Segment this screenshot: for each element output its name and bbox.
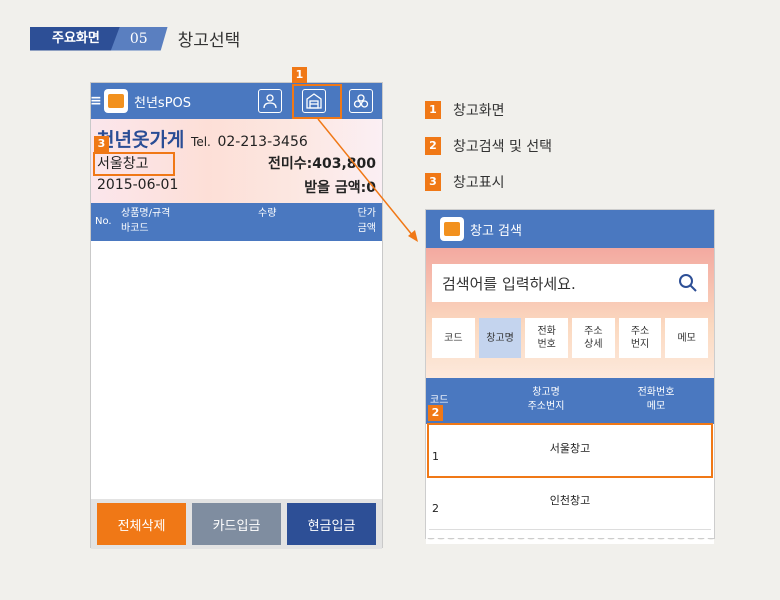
legend-num: 2 <box>425 137 441 155</box>
search-placeholder: 검색어를 입력하세요. <box>442 274 576 293</box>
tab-address-lot[interactable]: 주소 번지 <box>618 318 662 358</box>
legend-item: 3 창고표시 <box>425 171 552 193</box>
callout-box-2 <box>427 423 713 478</box>
tab-address-detail[interactable]: 주소 상세 <box>572 318 615 358</box>
table-row[interactable]: 2 인천창고 <box>429 480 711 530</box>
legend-item: 1 창고화면 <box>425 99 552 121</box>
col-address-lot: 주소번지 <box>527 401 565 412</box>
legend-text: 창고검색 및 선택 <box>453 139 553 155</box>
section-tag: 주요화면 <box>30 26 120 51</box>
app-logo-icon <box>440 217 464 241</box>
row-name: 인천창고 <box>549 494 591 507</box>
search-title: 창고 검색 <box>470 223 522 239</box>
col-phone: 전화번호 <box>637 387 675 398</box>
torn-edge <box>426 536 714 544</box>
search-icon[interactable] <box>678 273 698 293</box>
legend-text: 창고화면 <box>453 103 505 119</box>
search-input[interactable]: 검색어를 입력하세요. <box>432 264 708 302</box>
legend-text: 창고표시 <box>453 175 505 191</box>
legend-num: 3 <box>425 173 441 191</box>
tab-memo[interactable]: 메모 <box>665 318 709 358</box>
col-memo: 메모 <box>646 401 666 412</box>
search-topbar: 창고 검색 <box>426 210 714 248</box>
callout-2: 2 <box>428 405 443 421</box>
search-area: 검색어를 입력하세요. 코드 창고명 전화 번호 주소 상세 주소 번지 메모 <box>426 248 714 378</box>
col-warehouse-name: 창고명 <box>532 387 560 398</box>
tab-phone[interactable]: 전화 번호 <box>525 318 569 358</box>
tab-code[interactable]: 코드 <box>432 318 475 358</box>
tab-warehouse-name[interactable]: 창고명 <box>478 318 522 358</box>
results-header: 코드 창고명 주소번지 전화번호 메모 <box>426 378 714 424</box>
legend-num: 1 <box>425 101 441 119</box>
legend: 1 창고화면 2 창고검색 및 선택 3 창고표시 <box>425 99 552 207</box>
warehouse-search-panel: 창고 검색 검색어를 입력하세요. 코드 창고명 전화 번호 주소 상세 주소 … <box>425 209 715 544</box>
legend-item: 2 창고검색 및 선택 <box>425 135 552 157</box>
search-field-tabs: 코드 창고명 전화 번호 주소 상세 주소 번지 메모 <box>432 318 709 358</box>
